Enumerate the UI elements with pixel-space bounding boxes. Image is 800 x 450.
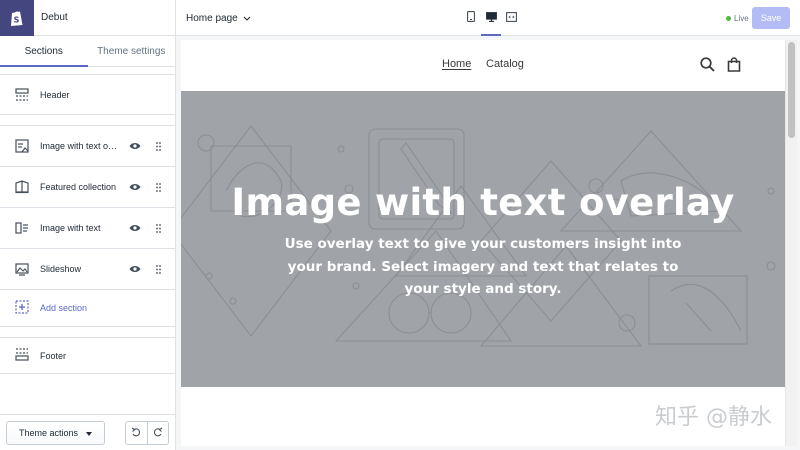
redo-button[interactable]	[146, 422, 169, 444]
eye-icon[interactable]	[128, 265, 142, 273]
undo-button[interactable]	[126, 422, 147, 444]
redo-icon	[153, 426, 163, 440]
section-item-label: Image with text	[40, 223, 101, 233]
collection-icon	[15, 180, 29, 194]
undo-icon	[131, 426, 141, 440]
theme-actions-button[interactable]: Theme actions	[6, 421, 105, 445]
eye-icon[interactable]	[128, 224, 142, 232]
theme-preview: Home Catalog Image with text overlay Use…	[181, 40, 797, 446]
hero-title: Image with text overlay	[231, 181, 735, 224]
store-name: Debut	[41, 12, 68, 23]
section-item-image-with-text[interactable]: Image with text	[0, 208, 175, 249]
cart-icon[interactable]	[727, 57, 741, 75]
section-item-label: Slideshow	[40, 264, 82, 274]
section-footer[interactable]: Footer	[0, 337, 175, 374]
hero-subtitle-line: Use overlay text to give your customers …	[284, 236, 682, 252]
chevron-down-icon	[243, 16, 251, 21]
section-item-slideshow[interactable]: Slideshow	[0, 249, 175, 290]
drag-handle-icon[interactable]	[154, 141, 162, 151]
section-list: Image with text overlay Featured collect…	[0, 125, 175, 327]
section-item-featured-collection[interactable]: Featured collection	[0, 167, 175, 208]
brand-bar: S Debut	[0, 0, 175, 36]
drag-handle-icon[interactable]	[154, 182, 162, 192]
drag-handle-icon[interactable]	[154, 223, 162, 233]
drag-handle-icon[interactable]	[154, 264, 162, 274]
save-button[interactable]: Save	[752, 7, 790, 29]
preview-scrollbar[interactable]	[785, 40, 797, 446]
store-nav: Home Catalog	[181, 40, 785, 91]
hero-subtitle-line: your style and story.	[404, 281, 562, 297]
hero-subtitle-line: your brand. Select imagery and text that…	[287, 258, 679, 275]
sidebar-bottom-bar: Theme actions	[0, 414, 175, 450]
shopify-logo-icon[interactable]: S	[0, 0, 34, 36]
svg-text:S: S	[14, 15, 20, 24]
hero-image-with-text-overlay[interactable]: Image with text overlay Use overlay text…	[181, 91, 785, 387]
tab-sections[interactable]: Sections	[0, 36, 88, 67]
page-selector-label: Home page	[186, 12, 238, 24]
live-status-label: Live	[734, 13, 749, 23]
undo-redo-group	[125, 421, 169, 445]
section-item-image-text-overlay[interactable]: Image with text overlay	[0, 126, 175, 167]
section-header[interactable]: Header	[0, 74, 175, 115]
section-item-label: Featured collection	[40, 182, 117, 192]
live-status: Live	[726, 0, 749, 36]
sidebar-tabs: Sections Theme settings	[0, 36, 175, 67]
device-toggle	[461, 0, 521, 36]
nav-link-home[interactable]: Home	[442, 58, 471, 70]
device-mobile-button[interactable]	[461, 0, 481, 36]
eye-icon[interactable]	[128, 183, 142, 191]
nav-link-catalog[interactable]: Catalog	[486, 58, 524, 70]
mobile-icon	[467, 11, 475, 25]
slideshow-icon	[15, 262, 29, 276]
watermark-text: 知乎 @静水	[655, 405, 772, 430]
header-layout-icon	[15, 87, 29, 102]
search-icon[interactable]	[700, 57, 715, 75]
device-desktop-button[interactable]	[481, 0, 501, 36]
image-text-overlay-icon	[15, 139, 29, 153]
live-dot-icon	[726, 15, 731, 21]
eye-icon[interactable]	[128, 142, 142, 150]
footer-layout-icon	[15, 347, 29, 364]
theme-actions-label: Theme actions	[18, 428, 79, 438]
section-header-label: Header	[40, 89, 70, 100]
image-with-text-icon	[15, 221, 29, 235]
fullscreen-icon	[505, 11, 517, 25]
device-fullscreen-button[interactable]	[501, 0, 521, 36]
tab-theme-settings[interactable]: Theme settings	[88, 36, 176, 66]
add-section-icon	[15, 299, 29, 317]
section-item-label: Image with text overlay	[40, 141, 120, 151]
caret-down-icon	[86, 428, 93, 438]
sidebar: S Debut Sections Theme settings Header I…	[0, 0, 176, 450]
desktop-icon	[485, 11, 497, 25]
preview-scrollbar-thumb[interactable]	[788, 42, 795, 138]
add-section-label: Add section	[40, 303, 88, 313]
add-section-button[interactable]: Add section	[0, 290, 175, 327]
editor-topbar: Home page Live Save	[176, 0, 800, 36]
page-selector[interactable]: Home page	[186, 0, 251, 36]
section-footer-label: Footer	[40, 350, 67, 361]
hero-subtitle: Use overlay text to give your customers …	[278, 233, 688, 301]
